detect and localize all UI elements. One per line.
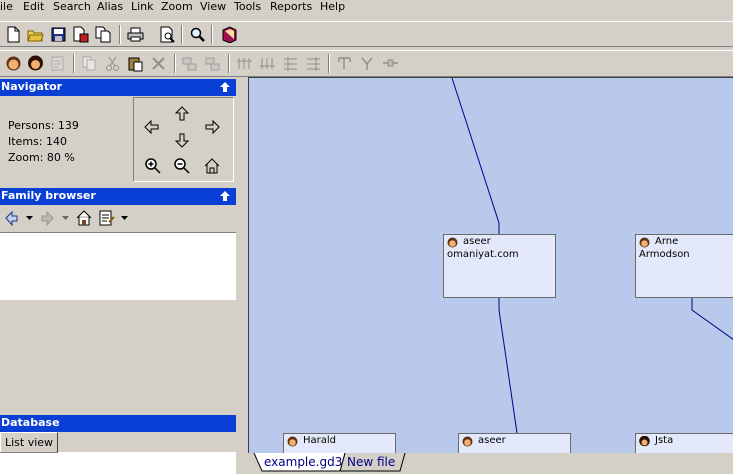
- add-female-icon[interactable]: [27, 55, 44, 72]
- menu-link[interactable]: Link: [131, 0, 154, 15]
- male-avatar-icon: [287, 436, 298, 447]
- family-browser-toolbar: [0, 205, 236, 232]
- toolbar-separator: [228, 54, 230, 73]
- male-avatar-icon: [639, 237, 650, 248]
- toolbar-separator: [328, 54, 330, 73]
- forward-arrow-icon[interactable]: [40, 211, 55, 226]
- link-parent-icon[interactable]: [181, 55, 198, 72]
- zoom-level: Zoom: 80 %: [8, 151, 75, 164]
- tab-underline: [58, 452, 236, 453]
- zoom-in-icon[interactable]: [143, 156, 163, 176]
- paste-icon[interactable]: [127, 55, 144, 72]
- collapse-arrow-icon[interactable]: [219, 190, 231, 202]
- person-name: Harald: [303, 435, 337, 446]
- tree-down-icon[interactable]: [236, 55, 253, 72]
- main-toolbar: [0, 21, 733, 47]
- menu-help[interactable]: Help: [320, 0, 345, 15]
- person-detail: omaniyat.com: [447, 249, 519, 260]
- home-icon[interactable]: [202, 156, 222, 176]
- family-tree-canvas[interactable]: aseer omaniyat.com Arne Armodson Harald …: [248, 77, 733, 474]
- chevron-down-icon[interactable]: [26, 216, 33, 221]
- pan-right-icon[interactable]: [202, 117, 222, 137]
- chevron-down-icon[interactable]: [62, 216, 69, 221]
- navigator-title: Navigator: [1, 80, 63, 93]
- zoom-out-icon[interactable]: [172, 156, 192, 176]
- menu-edit[interactable]: Edit: [23, 0, 44, 15]
- tree-left-icon[interactable]: [282, 55, 299, 72]
- pan-up-icon[interactable]: [172, 104, 192, 124]
- collapse-arrow-icon[interactable]: [219, 81, 231, 93]
- database-title: Database: [1, 416, 60, 429]
- copy-icon[interactable]: [81, 55, 98, 72]
- new-file-icon[interactable]: [5, 26, 22, 43]
- menu-alias[interactable]: Alias: [97, 0, 123, 15]
- notes-icon[interactable]: [99, 210, 115, 226]
- family-browser-header: Family browser: [0, 188, 236, 205]
- home-icon[interactable]: [76, 210, 92, 226]
- person-name: Jsta: [655, 435, 674, 446]
- edit-toolbar: [0, 50, 733, 77]
- family-browser-list[interactable]: [0, 232, 236, 300]
- open-folder-icon[interactable]: [27, 26, 44, 43]
- unlink-icon[interactable]: [204, 55, 221, 72]
- delete-icon[interactable]: [150, 55, 167, 72]
- navigator-header: Navigator: [0, 79, 236, 96]
- pan-left-icon[interactable]: [142, 117, 162, 137]
- cut-icon[interactable]: [104, 55, 121, 72]
- person-detail: Armodson: [639, 249, 690, 260]
- family-browser-title: Family browser: [1, 189, 96, 202]
- person-name: Arne: [655, 236, 679, 247]
- menu-bar: ile Edit Search Alias Link Zoom View Too…: [0, 0, 733, 15]
- person-card[interactable]: aseer omaniyat.com: [443, 234, 556, 298]
- menu-search[interactable]: Search: [53, 0, 91, 15]
- file-tab-new-file[interactable]: New file: [347, 454, 395, 472]
- menu-reports[interactable]: Reports: [270, 0, 312, 15]
- save-icon[interactable]: [50, 26, 67, 43]
- toolbar-separator: [181, 25, 183, 44]
- file-tab-example[interactable]: example.gd3: [264, 454, 342, 472]
- menu-tools[interactable]: Tools: [234, 0, 261, 15]
- items-count: Items: 140: [8, 135, 67, 148]
- find-icon[interactable]: [189, 26, 206, 43]
- male-avatar-icon: [462, 436, 473, 447]
- person-name: aseer: [463, 236, 491, 247]
- copy-file-icon[interactable]: [95, 26, 112, 43]
- person-name: aseer: [478, 435, 506, 446]
- family-browser-empty-area: [0, 300, 236, 415]
- navigator-controls: [133, 97, 234, 182]
- menu-zoom[interactable]: Zoom: [161, 0, 193, 15]
- save-as-icon[interactable]: [72, 26, 89, 43]
- toolbar-separator: [119, 25, 121, 44]
- person-card[interactable]: Arne Armodson: [635, 234, 733, 298]
- branch-icon[interactable]: [336, 55, 353, 72]
- print-preview-icon[interactable]: [159, 26, 176, 43]
- add-male-icon[interactable]: [5, 55, 22, 72]
- print-icon[interactable]: [127, 26, 144, 43]
- tree-up-icon[interactable]: [259, 55, 276, 72]
- tab-list-view[interactable]: List view: [0, 432, 58, 453]
- edit-icon[interactable]: [50, 55, 67, 72]
- merge-icon[interactable]: [359, 55, 376, 72]
- link-icon[interactable]: [382, 55, 399, 72]
- toolbar-separator: [211, 25, 213, 44]
- female-avatar-icon: [639, 436, 650, 447]
- chevron-down-icon[interactable]: [121, 216, 128, 221]
- database-header: Database: [0, 415, 236, 432]
- menu-view[interactable]: View: [200, 0, 226, 15]
- male-avatar-icon: [447, 237, 458, 248]
- database-list[interactable]: [0, 452, 236, 474]
- panel-splitter[interactable]: [236, 77, 248, 474]
- tree-right-icon[interactable]: [305, 55, 322, 72]
- toolbar-separator: [73, 54, 75, 73]
- persons-count: Persons: 139: [8, 119, 79, 132]
- menu-file[interactable]: ile: [0, 0, 13, 15]
- toolbar-separator: [174, 54, 176, 73]
- book-icon[interactable]: [221, 26, 238, 43]
- file-tabs-bar: example.gd3 New file: [248, 453, 733, 474]
- pan-down-icon[interactable]: [172, 130, 192, 150]
- back-arrow-icon[interactable]: [4, 211, 19, 226]
